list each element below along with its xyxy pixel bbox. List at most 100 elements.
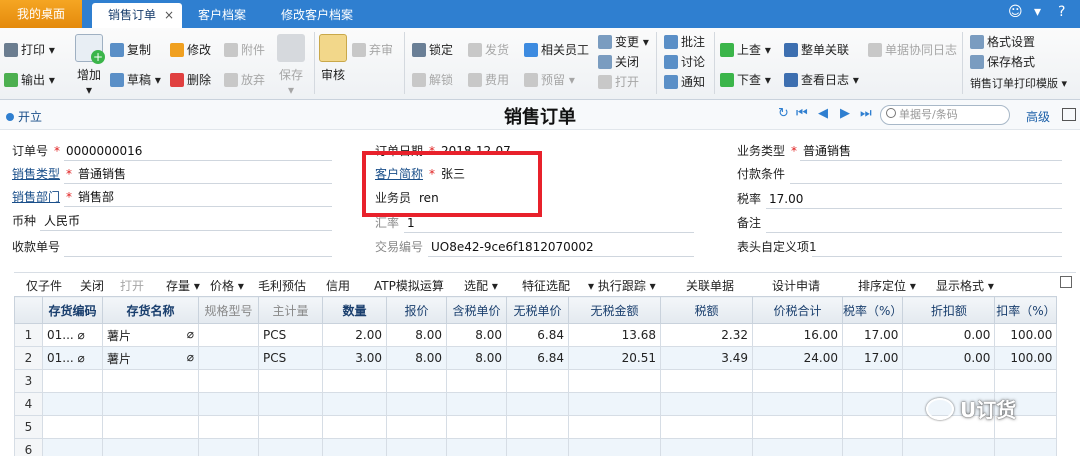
first-record-icon[interactable]: ⏮ <box>796 106 808 121</box>
expand-icon[interactable] <box>1060 276 1072 288</box>
cell-tax-price[interactable]: 8.00 <box>446 346 507 370</box>
paperclip-icon[interactable]: ⌀ <box>187 350 194 364</box>
print-template-select[interactable]: 销售订单打印模版 ▾ <box>970 74 1067 94</box>
table-row[interactable]: 4 <box>14 392 1058 416</box>
paperclip-icon[interactable]: ⌀ <box>187 327 194 341</box>
view-log-button[interactable]: 查看日志 ▾ <box>784 70 859 90</box>
col-header[interactable]: 含税单价 <box>446 296 507 324</box>
col-header[interactable]: 规格型号 <box>198 296 259 324</box>
paperclip-icon[interactable]: ⌀ <box>78 328 85 342</box>
close-row-button[interactable]: 关闭 <box>80 277 104 294</box>
display-format-button[interactable]: 显示格式 ▾ <box>936 277 994 294</box>
col-header[interactable]: 主计量 <box>258 296 323 324</box>
table-row[interactable]: 2 01... ⌀ 薯片 ⌀ PCS 3.00 8.00 8.00 6.84 20… <box>14 346 1058 370</box>
smile-icon[interactable]: ☺ <box>1008 4 1023 20</box>
sort-locate-button[interactable]: 排序定位 ▾ <box>858 277 916 294</box>
col-header[interactable]: 存货名称 <box>102 296 199 324</box>
col-header[interactable]: 报价 <box>386 296 447 324</box>
tab-home[interactable]: 我的桌面 <box>0 0 82 28</box>
atp-button[interactable]: ATP模拟运算 <box>374 277 444 294</box>
table-row[interactable]: 3 <box>14 369 1058 393</box>
cell-qty[interactable]: 3.00 <box>322 346 387 370</box>
col-header[interactable]: 价税合计 <box>752 296 843 324</box>
related-docs-button[interactable]: 关联单据 <box>686 277 734 294</box>
ship-button[interactable]: 发货 <box>468 40 509 60</box>
query-up-button[interactable]: 上查 ▾ <box>720 40 771 60</box>
cell-spec[interactable] <box>198 323 259 347</box>
change-button[interactable]: 变更 ▾ <box>598 32 649 52</box>
related-staff-button[interactable]: 相关员工 <box>524 40 589 60</box>
cell-net-amount[interactable]: 20.51 <box>568 346 661 370</box>
table-row[interactable]: 6 <box>14 438 1058 456</box>
print-button[interactable]: 打印 ▾ <box>4 40 55 60</box>
cell-code[interactable]: 01... ⌀ <box>42 323 103 347</box>
cell-net-price[interactable]: 6.84 <box>506 346 569 370</box>
close-icon[interactable]: × <box>164 3 174 28</box>
cell-qty[interactable]: 2.00 <box>322 323 387 347</box>
paperclip-icon[interactable]: ⌀ <box>78 351 85 365</box>
tab-customer-file[interactable]: 客户档案 <box>182 3 262 28</box>
copy-button[interactable]: 复制 <box>110 40 151 60</box>
cell-quote[interactable]: 8.00 <box>386 323 447 347</box>
approve-note-button[interactable]: 批注 <box>664 32 705 52</box>
reserve-button[interactable]: 预留 ▾ <box>524 70 575 90</box>
remark-field[interactable]: 备注 <box>737 213 761 233</box>
notify-button[interactable]: 通知 <box>664 72 705 92</box>
doc-search-input[interactable]: 单据号/条码 <box>880 105 1010 125</box>
cell-rate[interactable]: 17.00 <box>841 346 904 370</box>
cell-tax[interactable]: 2.32 <box>660 323 753 347</box>
sales-dept-field[interactable]: 销售部门 * 销售部 <box>12 187 114 207</box>
gross-profit-button[interactable]: 毛利预估 <box>258 277 306 294</box>
cell-net-price[interactable]: 6.84 <box>506 323 569 347</box>
cell-code[interactable]: 01... ⌀ <box>42 346 103 370</box>
unlock-button[interactable]: 解锁 <box>412 70 453 90</box>
order-no-field[interactable]: 订单号 * 0000000016 <box>12 141 142 161</box>
close-order-button[interactable]: 关闭 <box>598 52 639 72</box>
query-down-button[interactable]: 下查 ▾ <box>720 70 771 90</box>
lock-button[interactable]: 锁定 <box>412 40 453 60</box>
open-row-button[interactable]: 打开 <box>120 277 144 294</box>
delete-button[interactable]: 删除 <box>170 70 211 90</box>
cell-name[interactable]: 薯片 ⌀ <box>102 346 199 370</box>
col-header[interactable]: 税额 <box>660 296 753 324</box>
abandon-button[interactable]: 放弃 <box>224 70 265 90</box>
cell-total[interactable]: 16.00 <box>752 323 843 347</box>
cell-discount[interactable]: 0.00 <box>902 346 996 370</box>
whole-link-button[interactable]: 整单关联 <box>784 40 849 60</box>
discard-audit-button[interactable]: 弃审 <box>352 40 393 60</box>
payment-terms-field[interactable]: 付款条件 <box>737 164 785 184</box>
trade-no-field[interactable]: 交易编号 UO8e42-9ce6f1812070002 <box>375 237 594 257</box>
layout-grid-icon[interactable] <box>1062 108 1076 121</box>
cell-name[interactable]: 薯片 ⌀ <box>102 323 199 347</box>
format-settings-button[interactable]: 格式设置 <box>970 32 1035 52</box>
next-record-icon[interactable]: ▶ <box>840 106 850 121</box>
export-button[interactable]: 输出 ▾ <box>4 70 55 90</box>
cell-net-amount[interactable]: 13.68 <box>568 323 661 347</box>
biz-type-field[interactable]: 业务类型 * 普通销售 <box>737 141 851 161</box>
col-header[interactable]: 存货编码 <box>42 296 103 324</box>
add-button[interactable]: + 增加 ▾ <box>74 34 105 97</box>
design-request-button[interactable]: 设计申请 <box>772 277 820 294</box>
currency-field[interactable]: 币种 人民币 <box>12 211 80 231</box>
discuss-button[interactable]: 讨论 <box>664 52 705 72</box>
col-header[interactable]: 税率（%） <box>841 296 904 324</box>
credit-button[interactable]: 信用 <box>326 277 350 294</box>
save-button[interactable]: 保存 ▾ <box>276 34 306 97</box>
table-row[interactable]: 5 <box>14 415 1058 439</box>
components-only-button[interactable]: 仅子件 <box>26 277 62 294</box>
cell-unit[interactable]: PCS <box>258 346 323 370</box>
col-header[interactable]: 无税单价 <box>506 296 569 324</box>
advanced-link[interactable]: 高级 <box>1026 108 1050 125</box>
receipt-no-field[interactable]: 收款单号 <box>12 237 60 257</box>
help-icon[interactable]: ? <box>1058 4 1065 20</box>
sales-type-field[interactable]: 销售类型 * 普通销售 <box>12 164 126 184</box>
tab-edit-customer-file[interactable]: 修改客户档案 <box>262 3 372 28</box>
audit-button[interactable]: 审核 <box>318 34 348 83</box>
chevron-down-icon[interactable]: ▾ <box>1034 4 1041 20</box>
col-header[interactable]: 折扣额 <box>902 296 996 324</box>
cell-tax[interactable]: 3.49 <box>660 346 753 370</box>
attachment-button[interactable]: 附件 <box>224 40 265 60</box>
stock-button[interactable]: 存量 ▾ <box>166 277 200 294</box>
cell-quote[interactable]: 8.00 <box>386 346 447 370</box>
save-format-button[interactable]: 保存格式 <box>970 52 1035 72</box>
